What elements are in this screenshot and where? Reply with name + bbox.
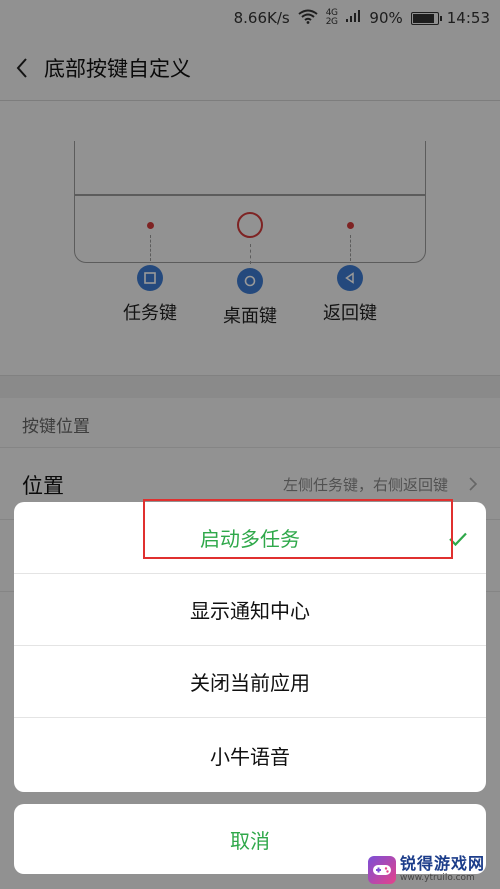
option-close-app[interactable]: 关闭当前应用 bbox=[14, 646, 486, 718]
site-watermark: 锐得游戏网 www.ytruilo.com bbox=[368, 850, 500, 889]
annotation-highlight-box bbox=[143, 499, 453, 559]
watermark-name: 锐得游戏网 bbox=[400, 854, 486, 873]
option-label: 显示通知中心 bbox=[190, 599, 310, 623]
option-label: 小牛语音 bbox=[210, 744, 290, 769]
option-voice-assistant[interactable]: 小牛语音 bbox=[14, 718, 486, 792]
gamepad-icon bbox=[368, 855, 396, 884]
option-label: 关闭当前应用 bbox=[190, 671, 310, 695]
watermark-url: www.ytruilo.com bbox=[400, 873, 475, 883]
option-notification-center[interactable]: 显示通知中心 bbox=[14, 574, 486, 646]
